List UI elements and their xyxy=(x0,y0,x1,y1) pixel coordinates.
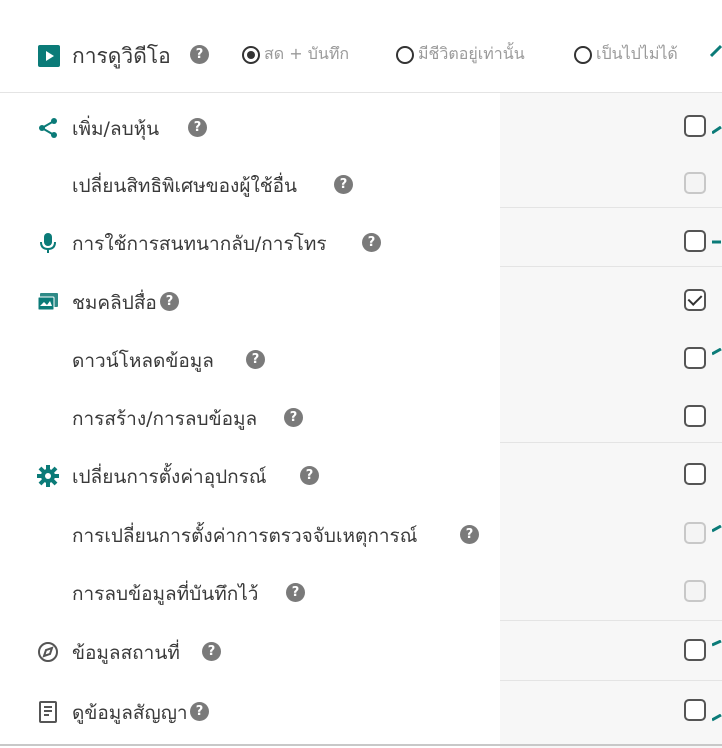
permission-row-privileges: เปลี่ยนสิทธิพิเศษของผู้ใช้อื่น ? xyxy=(0,155,722,213)
gear-icon xyxy=(37,465,59,487)
compass-icon xyxy=(38,642,58,662)
permission-checkbox[interactable] xyxy=(684,580,706,602)
arrow-icon xyxy=(712,126,722,134)
radio-label: เป็นไปไม่ได้ xyxy=(596,44,678,63)
help-icon[interactable]: ? xyxy=(188,118,207,137)
bottom-border xyxy=(0,744,722,746)
permission-row-device-settings: เปลี่ยนการตั้งค่าอุปกรณ์ ? xyxy=(0,446,722,504)
permission-row-download: ดาวน์โหลดข้อมูล ? xyxy=(0,330,722,388)
permission-row-location: ข้อมูลสถานที่ ? xyxy=(0,622,722,680)
permission-row-talkback: การใช้การสนทนากลับ/การโทร ? xyxy=(0,213,722,271)
help-icon[interactable]: ? xyxy=(300,466,319,485)
help-icon[interactable]: ? xyxy=(284,408,303,427)
arrow-icon xyxy=(712,714,722,722)
radio-button[interactable] xyxy=(574,45,592,64)
arrow-icon xyxy=(712,525,722,533)
permission-row-media: ชมคลิปสื่อ ? xyxy=(0,272,722,330)
radio-label: มีชีวิตอยู่เท่านั้น xyxy=(418,44,525,63)
permission-row-share: เพิ่ม/ลบหุ้น ? xyxy=(0,98,722,156)
document-icon xyxy=(39,701,57,723)
media-icon xyxy=(37,293,58,311)
radio-button[interactable] xyxy=(242,45,260,64)
permission-label: เปลี่ยนการตั้งค่าอุปกรณ์ xyxy=(72,466,267,488)
radio-label: สด + บันทึก xyxy=(264,44,350,63)
permission-checkbox[interactable] xyxy=(684,347,706,369)
share-icon xyxy=(39,118,57,138)
radio-live-record[interactable]: สด + บันทึก xyxy=(242,42,349,67)
permission-label: ดาวน์โหลดข้อมูล xyxy=(72,350,214,372)
help-icon[interactable]: ? xyxy=(460,525,479,544)
permission-row-event-detection: การเปลี่ยนการตั้งค่าการตรวจจับเหตุการณ์ … xyxy=(0,505,722,563)
permission-label: เปลี่ยนสิทธิพิเศษของผู้ใช้อื่น xyxy=(72,175,298,197)
video-viewing-row: การดูวิดีโอ ? สด + บันทึก มีชีวิตอยู่เท่… xyxy=(0,0,722,92)
permission-checkbox[interactable] xyxy=(684,405,706,427)
permission-label: การเปลี่ยนการตั้งค่าการตรวจจับเหตุการณ์ xyxy=(72,525,418,547)
permission-checkbox[interactable] xyxy=(684,463,706,485)
permission-label: การสร้าง/การลบข้อมูล xyxy=(72,408,258,430)
video-icon xyxy=(38,45,60,67)
permission-checkbox[interactable] xyxy=(684,289,706,311)
permission-checkbox[interactable] xyxy=(684,230,706,252)
permission-checkbox[interactable] xyxy=(684,115,706,137)
permissions-panel: การดูวิดีโอ ? สด + บันทึก มีชีวิตอยู่เท่… xyxy=(0,0,722,748)
help-icon[interactable]: ? xyxy=(190,702,209,721)
permission-label: การลบข้อมูลที่บันทึกไว้ xyxy=(72,583,259,605)
permission-row-contract: ดูข้อมูลสัญญา ? xyxy=(0,682,722,740)
arrow-icon xyxy=(712,348,722,356)
help-icon[interactable]: ? xyxy=(190,45,209,64)
arrow-icon xyxy=(712,640,722,647)
permission-label: ชมคลิปสื่อ xyxy=(72,292,157,314)
divider xyxy=(0,92,722,93)
permission-row-delete-recorded: การลบข้อมูลที่บันทึกไว้ ? xyxy=(0,563,722,621)
radio-live-only[interactable]: มีชีวิตอยู่เท่านั้น xyxy=(396,42,525,67)
permission-row-create-delete: การสร้าง/การลบข้อมูล ? xyxy=(0,388,722,446)
permission-checkbox[interactable] xyxy=(684,639,706,661)
radio-impossible[interactable]: เป็นไปไม่ได้ xyxy=(574,42,678,67)
help-icon[interactable]: ? xyxy=(362,233,381,252)
divider xyxy=(500,680,722,681)
permission-label: ข้อมูลสถานที่ xyxy=(72,642,180,664)
video-viewing-label: การดูวิดีโอ xyxy=(72,44,171,68)
radio-button[interactable] xyxy=(396,45,414,64)
permission-checkbox[interactable] xyxy=(684,172,706,194)
arrow-icon xyxy=(710,44,722,58)
permission-label: เพิ่ม/ลบหุ้น xyxy=(72,118,160,140)
permission-checkbox[interactable] xyxy=(684,522,706,544)
permission-checkbox[interactable] xyxy=(684,699,706,721)
arrow-icon xyxy=(712,240,721,244)
help-icon[interactable]: ? xyxy=(334,175,353,194)
help-icon[interactable]: ? xyxy=(286,583,305,602)
help-icon[interactable]: ? xyxy=(246,350,265,369)
help-icon[interactable]: ? xyxy=(202,642,221,661)
microphone-icon xyxy=(40,233,56,253)
permission-label: การใช้การสนทนากลับ/การโทร xyxy=(72,233,327,255)
help-icon[interactable]: ? xyxy=(160,292,179,311)
permission-label: ดูข้อมูลสัญญา xyxy=(72,702,188,724)
